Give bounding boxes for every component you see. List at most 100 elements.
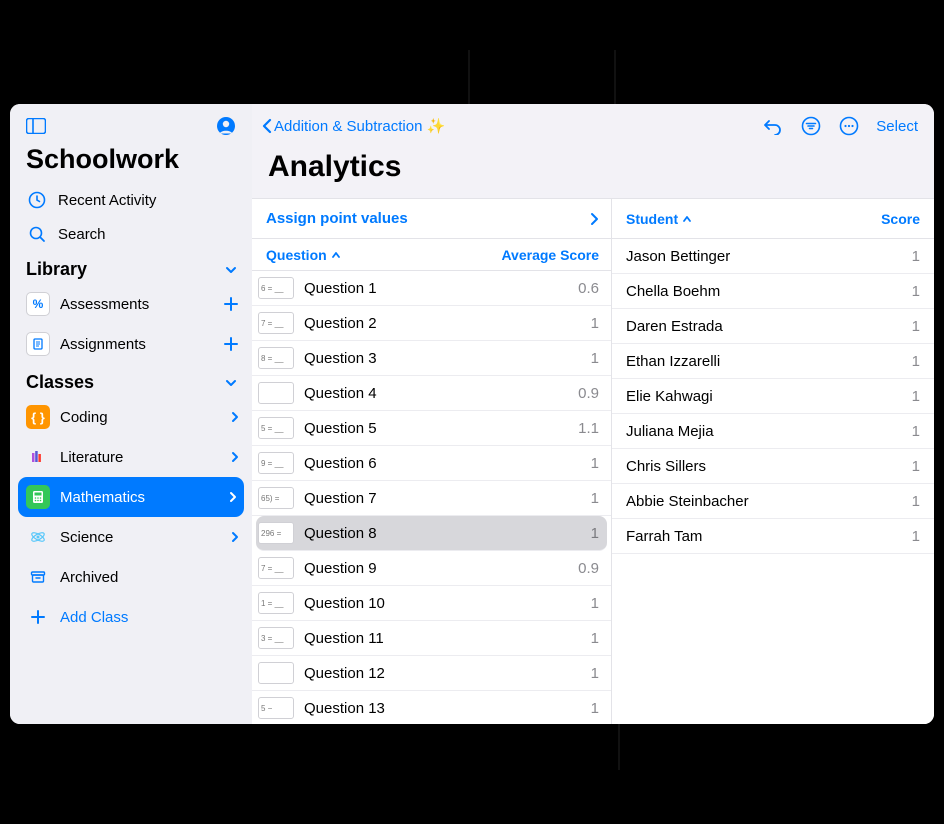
question-thumbnail: 9 = __ <box>258 452 294 474</box>
sidebar: Schoolwork Recent Activity Search Librar… <box>10 104 252 724</box>
sidebar-class-archived[interactable]: Archived <box>10 557 252 597</box>
student-row[interactable]: Abbie Steinbacher1 <box>612 484 934 519</box>
calculator-icon <box>26 485 50 509</box>
questions-panel: Assign point values Question Average Sco… <box>252 199 612 724</box>
question-row[interactable]: 6 = __Question 10.6 <box>252 271 611 306</box>
question-label: Question 5 <box>304 420 377 437</box>
column-label: Average Score <box>501 247 599 263</box>
question-score: 1 <box>591 490 599 507</box>
student-row[interactable]: Elie Kahwagi1 <box>612 379 934 414</box>
sidebar-toolbar <box>10 104 252 140</box>
students-panel: Student Score Jason Bettinger1Chella Boe… <box>612 199 934 724</box>
sidebar-item-assignments[interactable]: Assignments <box>10 324 252 364</box>
question-row[interactable]: 9 = __Question 61 <box>252 446 611 481</box>
undo-icon[interactable] <box>756 112 790 140</box>
question-label: Question 2 <box>304 315 377 332</box>
question-row[interactable]: 8 = __Question 31 <box>252 341 611 376</box>
question-thumbnail: 7 = __ <box>258 557 294 579</box>
question-label: Question 8 <box>304 525 377 542</box>
question-thumbnail: 8 = __ <box>258 347 294 369</box>
app-window: Schoolwork Recent Activity Search Librar… <box>10 104 934 724</box>
student-name: Chella Boehm <box>626 283 720 300</box>
question-thumbnail: 3 = __ <box>258 627 294 649</box>
classes-section-header[interactable]: Classes <box>10 364 252 397</box>
question-row[interactable]: 65) =Question 71 <box>252 481 611 516</box>
plus-icon <box>26 605 50 629</box>
sidebar-class-science[interactable]: Science <box>10 517 252 557</box>
sidebar-item-assessments[interactable]: % Assessments <box>10 284 252 324</box>
question-score: 0.6 <box>578 280 599 297</box>
student-row[interactable]: Chris Sillers1 <box>612 449 934 484</box>
question-row[interactable]: Question 121 <box>252 656 611 691</box>
student-row[interactable]: Daren Estrada1 <box>612 309 934 344</box>
back-label: Addition & Subtraction ✨ <box>274 117 445 135</box>
question-score: 1 <box>591 525 599 542</box>
question-sort-header[interactable]: Question <box>266 247 341 263</box>
plus-icon[interactable] <box>222 295 240 313</box>
sidebar-toggle-icon[interactable] <box>22 112 50 140</box>
question-score: 1 <box>591 350 599 367</box>
score-sort-header[interactable]: Score <box>881 211 920 227</box>
sidebar-class-mathematics[interactable]: Mathematics <box>18 477 244 517</box>
sidebar-class-coding[interactable]: { } Coding <box>10 397 252 437</box>
sidebar-class-literature[interactable]: Literature <box>10 437 252 477</box>
chevron-up-icon <box>682 214 692 224</box>
sidebar-item-search[interactable]: Search <box>10 217 252 251</box>
sidebar-item-label: Science <box>60 529 113 546</box>
question-row[interactable]: 7 = __Question 90.9 <box>252 551 611 586</box>
student-row[interactable]: Ethan Izzarelli1 <box>612 344 934 379</box>
question-thumbnail: 5 = __ <box>258 417 294 439</box>
question-thumbnail: 65) = <box>258 487 294 509</box>
filter-icon[interactable] <box>794 112 828 140</box>
sidebar-item-label: Search <box>58 226 106 243</box>
back-button[interactable]: Addition & Subtraction ✨ <box>258 113 447 139</box>
question-label: Question 13 <box>304 700 385 717</box>
student-score: 1 <box>912 528 920 545</box>
assign-point-values-button[interactable]: Assign point values <box>252 199 611 239</box>
avg-score-sort-header[interactable]: Average Score <box>501 247 599 263</box>
question-row[interactable]: Question 40.9 <box>252 376 611 411</box>
question-label: Question 6 <box>304 455 377 472</box>
question-score: 1 <box>591 700 599 717</box>
library-section-header[interactable]: Library <box>10 251 252 284</box>
questions-header: Question Average Score <box>252 239 611 271</box>
student-row[interactable]: Juliana Mejia1 <box>612 414 934 449</box>
chevron-right-icon <box>589 212 599 226</box>
students-header: Student Score <box>612 199 934 239</box>
question-row[interactable]: 7 = __Question 21 <box>252 306 611 341</box>
chevron-up-icon <box>331 250 341 260</box>
question-row[interactable]: 5 −Question 131 <box>252 691 611 724</box>
student-sort-header[interactable]: Student <box>626 211 692 227</box>
page-title: Analytics <box>252 144 934 198</box>
section-label: Library <box>26 259 87 280</box>
account-icon[interactable] <box>212 112 240 140</box>
student-name: Ethan Izzarelli <box>626 353 720 370</box>
plus-icon[interactable] <box>222 335 240 353</box>
question-thumbnail: 7 = __ <box>258 312 294 334</box>
student-row[interactable]: Chella Boehm1 <box>612 274 934 309</box>
question-thumbnail: 6 = __ <box>258 277 294 299</box>
atom-icon <box>26 525 50 549</box>
more-icon[interactable] <box>832 112 866 140</box>
select-button[interactable]: Select <box>870 118 924 135</box>
student-score: 1 <box>912 318 920 335</box>
navigation-bar: Addition & Subtraction ✨ Select <box>252 104 934 144</box>
callout-line <box>468 50 470 104</box>
callout-line <box>618 724 620 770</box>
student-name: Abbie Steinbacher <box>626 493 749 510</box>
column-label: Question <box>266 247 327 263</box>
question-row[interactable]: 3 = __Question 111 <box>252 621 611 656</box>
sidebar-item-label: Assignments <box>60 336 146 353</box>
assign-label: Assign point values <box>266 210 408 227</box>
question-row[interactable]: 296 =Question 81 <box>256 516 607 551</box>
sidebar-item-recent[interactable]: Recent Activity <box>10 183 252 217</box>
sidebar-add-class[interactable]: Add Class <box>10 597 252 637</box>
sidebar-item-label: Archived <box>60 569 118 586</box>
question-row[interactable]: 1 = __Question 101 <box>252 586 611 621</box>
question-row[interactable]: 5 = __Question 51.1 <box>252 411 611 446</box>
student-row[interactable]: Jason Bettinger1 <box>612 239 934 274</box>
question-thumbnail <box>258 382 294 404</box>
student-score: 1 <box>912 248 920 265</box>
chevron-right-icon <box>228 491 238 503</box>
student-row[interactable]: Farrah Tam1 <box>612 519 934 554</box>
